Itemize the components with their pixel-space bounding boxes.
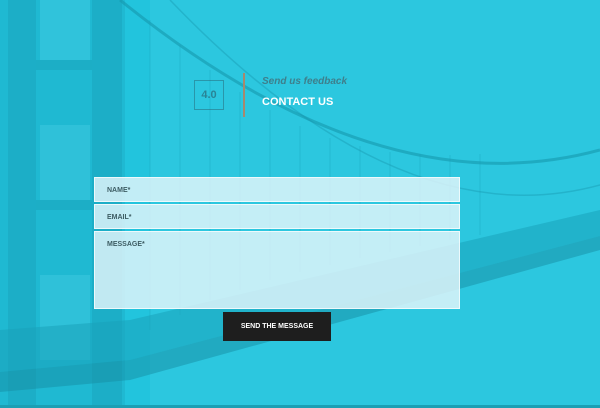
name-field-label: NAME* — [107, 187, 131, 194]
section-subtitle: Send us feedback — [262, 76, 348, 87]
email-field[interactable]: EMAIL* — [94, 204, 460, 229]
section-number-badge: 4.0 — [194, 80, 224, 110]
send-message-button[interactable]: SEND THE MESSAGE — [223, 312, 331, 341]
message-field-label: MESSAGE* — [107, 241, 145, 248]
section-title: CONTACT US — [262, 96, 334, 108]
heading-divider — [243, 73, 245, 117]
email-field-label: EMAIL* — [107, 214, 132, 221]
message-field[interactable]: MESSAGE* — [94, 231, 460, 309]
name-field[interactable]: NAME* — [94, 177, 460, 202]
